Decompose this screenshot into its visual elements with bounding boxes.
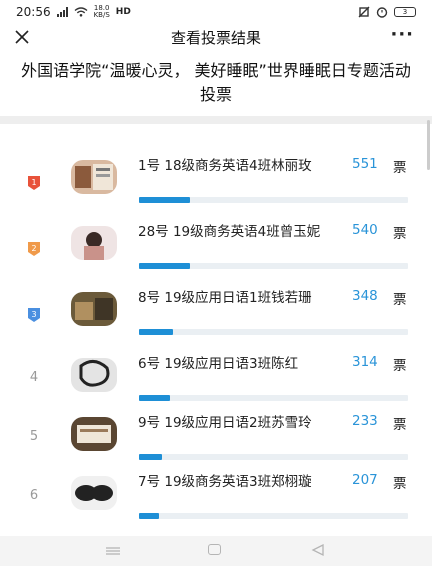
candidate-name: 1号 18级商务英语4班林丽玫 [138,158,312,174]
section-divider [0,116,432,124]
home-icon[interactable] [208,544,221,555]
svg-text:3: 3 [31,310,36,319]
avatar [71,358,117,392]
page-title: 查看投票结果 [170,28,261,47]
nav-bar: 查看投票结果 ··· [0,24,432,50]
candidate-name: 7号 19级商务英语3班郑栩璇 [138,474,312,490]
status-bar: 20:56 18.0 KB/S HD 3 [0,0,432,24]
vote-progress-fill [139,454,162,460]
vote-progress-fill [139,513,160,519]
candidate-name: 6号 19级应用日语3班陈红 [138,356,299,372]
svg-text:2: 2 [31,244,36,253]
vote-unit: 票 [393,226,407,242]
vote-count: 348 [352,288,378,304]
menu-icon[interactable] [106,547,120,555]
more-menu-button[interactable]: ··· [390,26,414,44]
avatar [71,292,117,326]
vote-unit: 票 [393,358,407,374]
vote-count: 233 [352,413,378,429]
mute-icon [358,6,370,18]
ranking-item[interactable]: 1 1号 18级商务英语4班林丽玫 551 票 [0,154,432,214]
gold-medal-icon: 1 [28,176,40,190]
vote-progress-bar [139,395,408,401]
candidate-name: 28号 19级商务英语4班曾玉妮 [138,224,321,240]
wifi-icon [74,7,88,17]
avatar [71,160,117,194]
ranking-item[interactable]: 5 9号 19级应用日语2班苏雪玲 233 票 [0,411,432,471]
ranking-item[interactable]: 6 7号 19级商务英语3班郑栩璇 207 票 [0,470,432,530]
network-type: HD [115,7,131,17]
back-icon[interactable] [311,543,325,557]
vote-unit: 票 [393,417,407,433]
battery-icon: 3 [394,7,416,17]
vote-progress-fill [139,329,173,335]
vote-unit: 票 [393,476,407,492]
system-nav-bar [0,536,432,566]
svg-text:1: 1 [31,178,36,187]
ranking-item[interactable]: 2 28号 19级商务英语4班曾玉妮 540 票 [0,220,432,280]
vote-unit: 票 [393,292,407,308]
candidate-name: 9号 19级应用日语2班苏雪玲 [138,415,312,431]
vote-count: 314 [352,354,378,370]
activity-heading: 外国语学院“温暖心灵， 美好睡眠”世界睡眠日专题活动投票 [21,61,411,104]
status-left: 20:56 18.0 KB/S HD [16,4,131,20]
candidate-name: 8号 19级应用日语1班钱若珊 [138,290,312,306]
signal-icon [56,7,68,17]
vote-progress-bar [139,197,408,203]
vote-unit: 票 [393,160,407,176]
rank-number: 6 [29,488,39,503]
status-right: 3 [358,6,416,18]
alarm-icon [376,7,388,18]
network-speed: 18.0 KB/S [93,4,110,19]
vote-count: 207 [352,472,378,488]
vote-progress-fill [139,263,191,269]
vote-progress-fill [139,197,191,203]
ranking-item[interactable]: 3 8号 19级应用日语1班钱若珊 348 票 [0,286,432,346]
ranking-item[interactable]: 4 6号 19级应用日语3班陈红 314 票 [0,352,432,412]
close-icon[interactable] [12,27,32,47]
vote-progress-bar [139,513,408,519]
avatar [71,476,117,510]
avatar [71,226,117,260]
vote-progress-bar [139,454,408,460]
vote-progress-fill [139,395,170,401]
silver-medal-icon: 2 [28,242,40,256]
vote-count: 540 [352,222,378,238]
vote-progress-bar [139,329,408,335]
avatar [71,417,117,451]
rank-number: 5 [29,429,39,444]
vote-progress-bar [139,263,408,269]
vote-count: 551 [352,156,378,172]
rank-number: 4 [29,370,39,385]
bronze-medal-icon: 3 [28,308,40,322]
status-time: 20:56 [16,5,51,19]
